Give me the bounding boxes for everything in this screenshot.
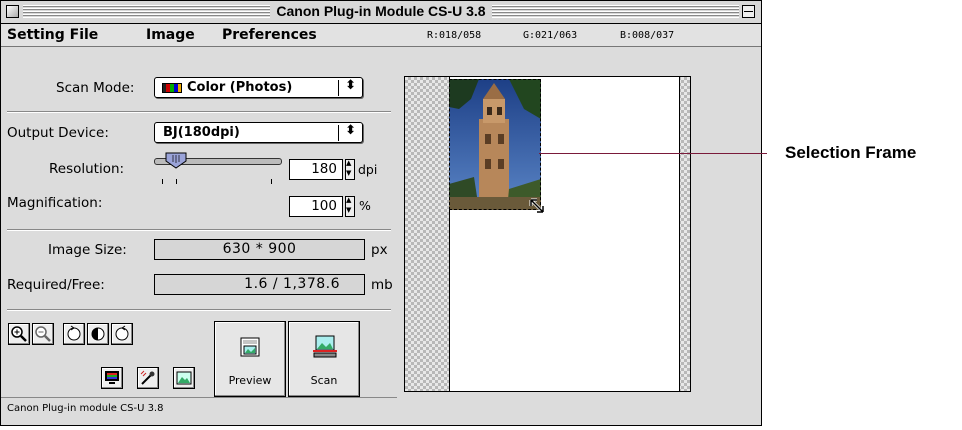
menu-image[interactable]: Image xyxy=(146,27,195,43)
rotate-left-button[interactable] xyxy=(63,323,85,345)
eyedropper-icon xyxy=(140,370,155,385)
divider xyxy=(7,111,391,113)
output-device-value: BJ(180dpi) xyxy=(163,125,240,140)
divider xyxy=(7,309,391,311)
green-readout: G:021/063 xyxy=(523,30,578,41)
scan-mode-popup[interactable]: Color (Photos) ⬍ xyxy=(154,77,363,98)
required-free-value: 1.6 / 1,378.6 xyxy=(154,274,365,295)
image-size-label: Image Size: xyxy=(48,242,127,258)
popup-arrows-icon: ⬍ xyxy=(345,78,356,93)
divider xyxy=(7,229,391,231)
popup-arrows-icon: ⬍ xyxy=(345,123,356,138)
rotate-right-icon xyxy=(115,325,129,341)
menu-preferences[interactable]: Preferences xyxy=(222,27,317,43)
selection-frame-callout: Selection Frame xyxy=(785,143,917,162)
magnification-unit: % xyxy=(359,198,371,213)
scan-mode-label: Scan Mode: xyxy=(56,80,135,96)
preview-button-label: Preview xyxy=(228,374,272,387)
red-readout: R:018/058 xyxy=(427,30,482,41)
rotate-left-icon xyxy=(67,325,81,341)
collapse-box-icon[interactable] xyxy=(742,5,755,18)
required-free-unit: mb xyxy=(371,277,393,293)
zoom-in-button[interactable] xyxy=(8,323,30,345)
required-free-label: Required/Free: xyxy=(7,277,105,293)
resolution-field[interactable]: 180 xyxy=(289,159,343,180)
callout-line xyxy=(539,153,767,154)
zoom-in-icon xyxy=(11,326,27,342)
scan-button-label: Scan xyxy=(310,374,338,387)
zoom-out-icon xyxy=(35,326,51,342)
zoom-out-button[interactable] xyxy=(32,323,54,345)
resolution-label: Resolution: xyxy=(49,161,125,177)
window-title: Canon Plug-in Module CS-U 3.8 xyxy=(270,3,492,19)
monitor-icon xyxy=(105,371,119,384)
color-swatch-icon xyxy=(162,83,182,93)
eyedropper-button[interactable] xyxy=(137,367,159,389)
mirror-button[interactable] xyxy=(87,323,109,345)
preview-icon xyxy=(240,337,260,357)
resize-handle-icon[interactable] xyxy=(529,198,545,214)
menu-setting-file[interactable]: Setting File xyxy=(7,27,98,43)
preview-button[interactable]: Preview xyxy=(214,321,286,397)
blue-readout: B:008/037 xyxy=(620,30,675,41)
scan-mode-value: Color (Photos) xyxy=(187,80,293,95)
magnification-field[interactable]: 100 xyxy=(289,196,343,217)
magnification-stepper[interactable] xyxy=(345,196,355,217)
plugin-window: Canon Plug-in Module CS-U 3.8 Setting Fi… xyxy=(0,0,762,426)
preview-area[interactable] xyxy=(404,76,691,392)
status-bar-text: Canon Plug-in module CS-U 3.8 xyxy=(7,403,164,414)
resolution-unit: dpi xyxy=(358,162,378,177)
scan-icon xyxy=(313,335,337,358)
resolution-slider-thumb[interactable] xyxy=(165,152,187,169)
image-size-unit: px xyxy=(371,242,388,258)
selection-frame[interactable] xyxy=(449,79,541,210)
output-device-label: Output Device: xyxy=(7,125,109,141)
scan-button[interactable]: Scan xyxy=(288,321,360,397)
image-adjust-button[interactable] xyxy=(173,367,195,389)
monitor-button[interactable] xyxy=(101,367,123,389)
resolution-stepper[interactable] xyxy=(345,159,355,180)
title-bar[interactable]: Canon Plug-in Module CS-U 3.8 xyxy=(1,1,761,24)
magnification-label: Magnification: xyxy=(7,195,103,211)
image-adjust-icon xyxy=(176,371,192,385)
rotate-right-button[interactable] xyxy=(111,323,133,345)
output-device-popup[interactable]: BJ(180dpi) ⬍ xyxy=(154,122,363,143)
mirror-icon xyxy=(91,327,105,341)
menu-bar: Setting File Image Preferences R:018/058… xyxy=(1,24,761,47)
image-size-value: 630 * 900 xyxy=(154,239,365,260)
